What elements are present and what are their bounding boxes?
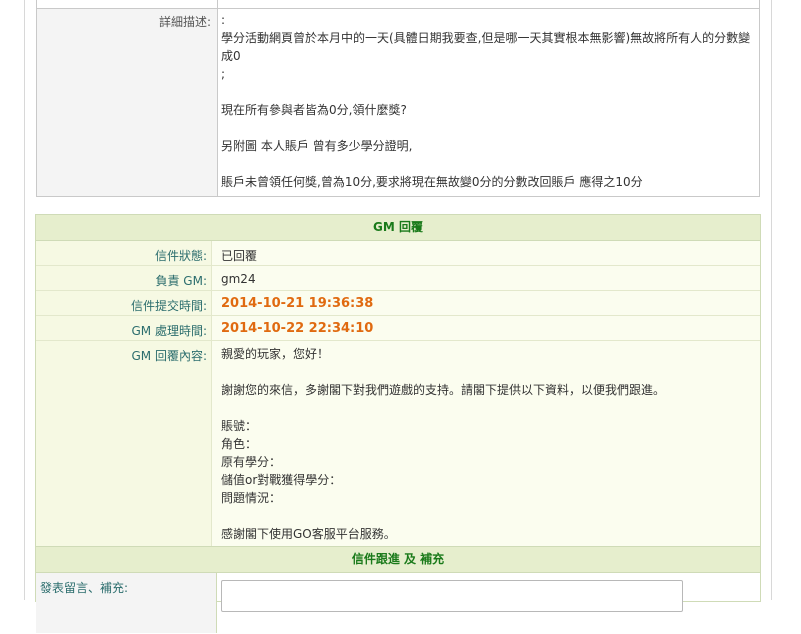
reply-line <box>221 363 665 381</box>
detail-description-table: 詳細描述: : 學分活動網頁曾於本月中的一天(具體日期我要查,但是哪一天其實根本… <box>36 0 760 197</box>
submit-time-row: 信件提交時間: 2014-10-21 19:36:38 <box>36 291 760 316</box>
process-time-label-cell: GM 處理時間: <box>36 316 212 340</box>
detail-line: 另附圖 本人賬戶 曾有多少學分證明, <box>221 139 413 153</box>
followup-label: 發表留言、補充: <box>40 581 129 595</box>
followup-textarea[interactable] <box>221 580 683 612</box>
submit-time-value: 2014-10-21 19:36:38 <box>221 296 374 311</box>
reply-line: 原有學分： <box>221 455 282 469</box>
process-time-row: GM 處理時間: 2014-10-22 22:34:10 <box>36 316 760 341</box>
gm-row: 負責 GM: gm24 <box>36 266 760 291</box>
status-row: 信件狀態: 已回覆 <box>36 241 760 266</box>
page-frame-left <box>24 0 25 600</box>
detail-label-cell: 詳細描述: <box>37 9 218 196</box>
reply-content-label: GM 回覆內容: <box>131 349 207 363</box>
detail-line: 學分活動網頁曾於本月中的一天(具體日期我要查,但是哪一天其實根本無影響)無故將所… <box>221 31 751 45</box>
status-label: 信件狀態: <box>154 249 207 263</box>
reply-content-text: 親愛的玩家，您好！ 謝謝您的來信，多謝閣下對我們遊戲的支持。請閣下提供以下資料，… <box>221 345 665 543</box>
detail-description-text: : 學分活動網頁曾於本月中的一天(具體日期我要查,但是哪一天其實根本無影響)無故… <box>221 11 751 191</box>
reply-content-row: GM 回覆內容: 親愛的玩家，您好！ 謝謝您的來信，多謝閣下對我們遊戲的支持。請… <box>36 341 760 546</box>
process-time-label: GM 處理時間: <box>131 324 207 338</box>
process-time-value: 2014-10-22 22:34:10 <box>221 321 374 336</box>
reply-line: 賬號： <box>221 419 258 433</box>
gm-label-cell: 負責 GM: <box>36 266 212 290</box>
reply-line: 謝謝您的來信，多謝閣下對我們遊戲的支持。請閣下提供以下資料，以便我們跟進。 <box>221 383 666 397</box>
status-value: 已回覆 <box>221 249 258 263</box>
followup-header: 信件跟進 及 補充 <box>36 546 760 573</box>
gm-value: gm24 <box>221 272 256 286</box>
detail-label: 詳細描述: <box>158 15 211 29</box>
reply-line: 儲值or對戰獲得學分： <box>221 473 342 487</box>
detail-line <box>221 119 751 137</box>
gm-label: 負責 GM: <box>155 274 207 288</box>
reply-line: 親愛的玩家，您好！ <box>221 347 330 361</box>
gm-reply-table: GM 回覆 信件狀態: 已回覆 負責 GM: gm24 信件提交時間: 2014… <box>35 214 761 633</box>
submit-time-label-cell: 信件提交時間: <box>36 291 212 315</box>
submit-time-label: 信件提交時間: <box>130 299 207 313</box>
detail-line: 賬戶未曾領任何獎,曾為10分,要求將現在無故變0分的分數改回賬戶 應得之10分 <box>221 175 643 189</box>
status-label-cell: 信件狀態: <box>36 241 212 265</box>
detail-line <box>221 155 751 173</box>
detail-line: 成0 <box>221 49 241 63</box>
reply-line: 角色： <box>221 437 258 451</box>
detail-line <box>221 83 751 101</box>
page-frame-right <box>771 0 772 600</box>
reply-line: 感謝閣下使用GO客服平台服務。 <box>221 527 396 541</box>
detail-line: ; <box>221 67 226 81</box>
detail-line: : <box>221 13 226 27</box>
reply-line: 問題情況： <box>221 491 282 505</box>
previous-row-strip <box>37 0 759 9</box>
detail-line: 現在所有參與者皆為0分,領什麼獎? <box>221 103 407 117</box>
gm-reply-header: GM 回覆 <box>36 215 760 241</box>
reply-line <box>221 507 665 525</box>
reply-content-label-cell: GM 回覆內容: <box>36 341 212 546</box>
followup-label-cell: 發表留言、補充: <box>36 573 217 633</box>
reply-line <box>221 399 665 417</box>
